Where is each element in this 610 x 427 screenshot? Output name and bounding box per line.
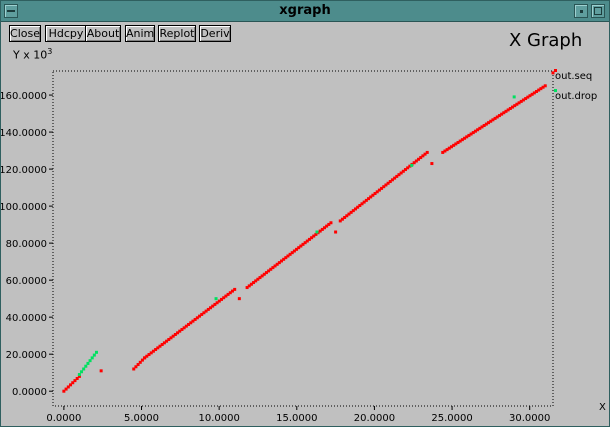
x-tick-label: 30.0000: [509, 413, 550, 424]
series-out.seq: [62, 71, 555, 393]
data-point: [77, 373, 81, 377]
x-tick-label: 20.0000: [354, 413, 395, 424]
y-tick-label: 40.0000: [6, 313, 47, 324]
x-tick-label: 15.0000: [276, 413, 317, 424]
data-point: [315, 230, 319, 234]
legend-label: out.seq: [555, 71, 592, 82]
legend-label: out.drop: [555, 91, 597, 102]
data-point: [94, 350, 98, 354]
y-tick-label: 80.0000: [6, 239, 47, 250]
y-tick-label: 140.0000: [1, 128, 47, 139]
data-point: [82, 367, 86, 371]
axis-ticks: 0.0000 20.0000 40.0000 60.0000 80.0000 100.00…: [1, 91, 606, 424]
y-tick-label: 60.0000: [6, 276, 47, 287]
data-point: [425, 150, 429, 154]
x-tick-label: 10.0000: [198, 413, 239, 424]
series-layer: [62, 71, 555, 393]
series-out.drop: [77, 95, 516, 377]
data-point: [543, 84, 547, 88]
data-point: [86, 361, 90, 365]
data-point: [410, 163, 414, 167]
data-point: [329, 221, 333, 225]
y-tick-label: 20.0000: [6, 350, 47, 361]
x-tick-label: 5.0000: [124, 413, 159, 424]
data-point: [512, 95, 516, 99]
data-point: [99, 369, 103, 373]
xgraph-window: xgraph Close Hdcpy About Anim Replot Der…: [0, 0, 610, 427]
data-point: [214, 297, 218, 301]
y-tick-label: 0.0000: [12, 387, 47, 398]
y-tick-label: 160.0000: [1, 91, 47, 102]
data-point: [92, 353, 96, 357]
y-tick-label: 120.0000: [1, 165, 47, 176]
data-point: [237, 297, 241, 301]
plot-frame: [52, 70, 554, 407]
data-point: [88, 359, 92, 363]
legend: out.seq out.drop: [554, 69, 597, 102]
data-point: [90, 356, 94, 360]
x-axis-label: X: [599, 402, 606, 413]
data-point: [84, 364, 88, 368]
plot-area: 0.0000 20.0000 40.0000 60.0000 80.0000 100.00…: [1, 69, 606, 424]
data-point: [80, 370, 84, 374]
data-point: [334, 230, 338, 234]
data-point: [233, 287, 237, 291]
x-tick-label: 25.0000: [431, 413, 472, 424]
x-tick-label: 0.0000: [46, 413, 81, 424]
y-tick-label: 100.0000: [1, 202, 47, 213]
data-point: [430, 162, 434, 166]
